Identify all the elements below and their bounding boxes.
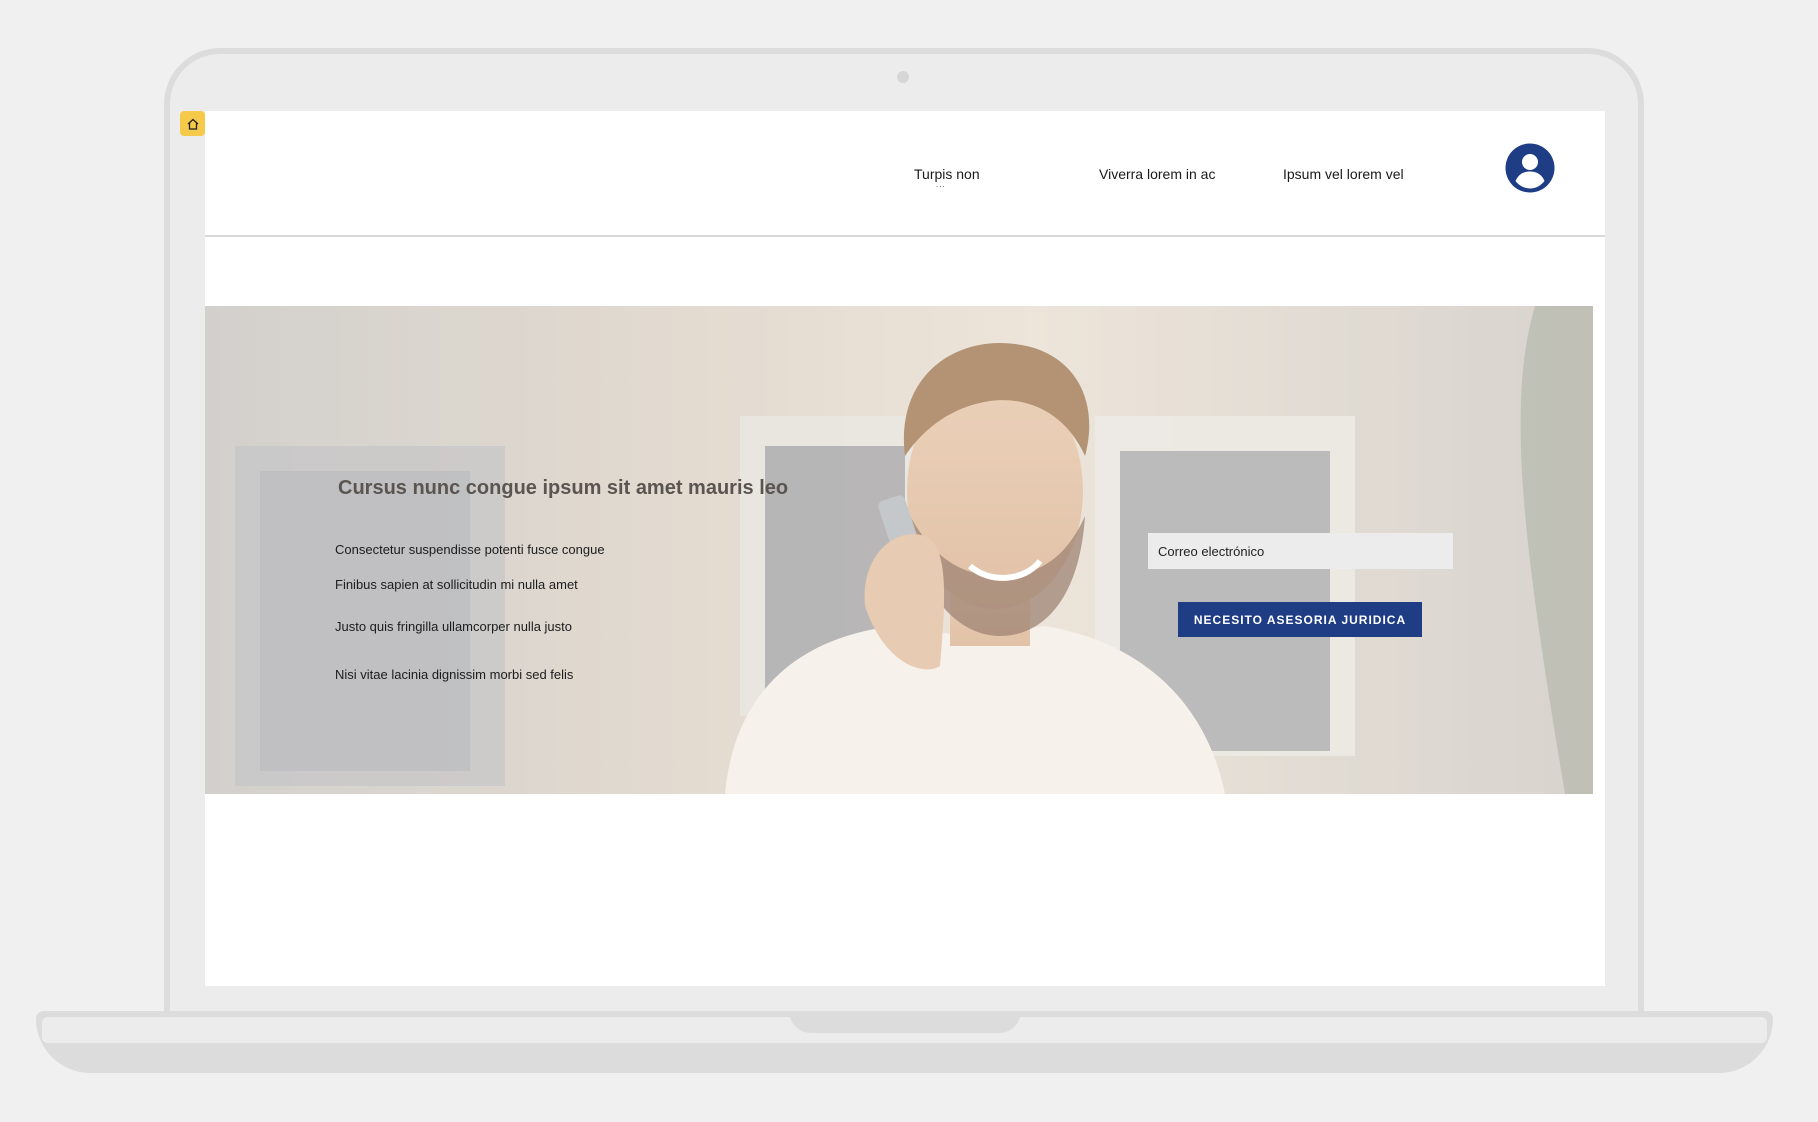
hero-bullet: Finibus sapien at sollicitudin mi nulla … [335, 577, 578, 592]
site-header: Turpis non ... Viverra lorem in ac Ipsum… [205, 111, 1605, 237]
legal-advice-button[interactable]: NECESITO ASESORIA JURIDICA [1178, 602, 1422, 637]
hero-title: Cursus nunc congue ipsum sit amet mauris… [338, 477, 789, 499]
hero-bullet: Nisi vitae lacinia dignissim morbi sed f… [335, 667, 574, 682]
nav-item-viverra-lorem[interactable]: Viverra lorem in ac [1099, 166, 1215, 182]
nav-item-overflow-indicator: ... [936, 180, 946, 189]
screen: Turpis non ... Viverra lorem in ac Ipsum… [205, 111, 1605, 986]
laptop-notch [789, 1011, 1021, 1033]
email-field[interactable] [1148, 533, 1453, 569]
hero-section: Cursus nunc congue ipsum sit amet mauris… [205, 306, 1593, 794]
home-icon[interactable] [180, 111, 205, 136]
camera-dot [897, 71, 909, 83]
nav-item-ipsum-vel[interactable]: Ipsum vel lorem vel [1283, 166, 1404, 182]
hero-bullet: Consectetur suspendisse potenti fusce co… [335, 542, 605, 557]
user-avatar-icon[interactable] [1505, 143, 1555, 193]
hero-bullet: Justo quis fringilla ullamcorper nulla j… [335, 619, 573, 634]
nav-item-turpis-non[interactable]: Turpis non [914, 166, 980, 182]
